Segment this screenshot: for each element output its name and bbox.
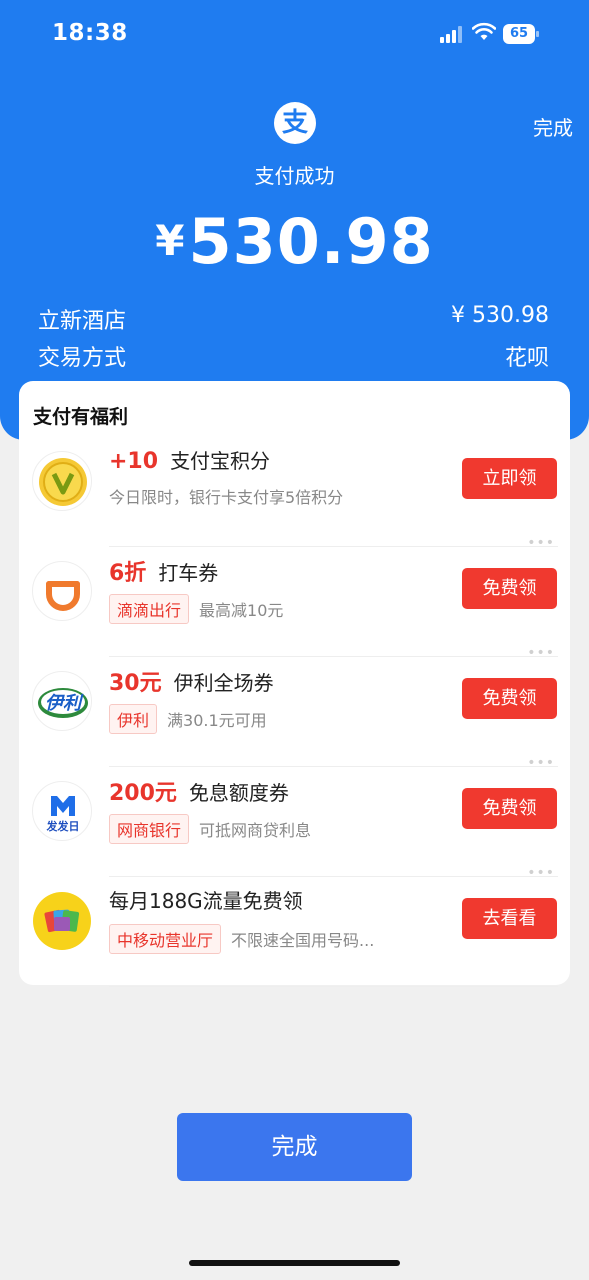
offer-item-taxi: ••• 6折 打车券 滴滴出行 最高减10元 免费领 — [19, 535, 570, 657]
benefits-title: 支付有福利 — [33, 406, 129, 428]
wifi-icon — [472, 22, 496, 40]
offer-title: 每月188G流量免费领 — [109, 885, 303, 914]
payment-method-value: 花呗 — [504, 346, 549, 371]
payment-status: 支付成功 — [254, 164, 335, 188]
top-done-button[interactable]: 完成 — [533, 112, 573, 141]
cellular-signal-icon — [440, 25, 464, 43]
fafa-day-logo-icon: 发发日 — [32, 781, 92, 841]
claim-free-button[interactable]: 免费领 — [462, 788, 557, 829]
currency-symbol: ¥ — [155, 216, 185, 265]
offer-desc: 不限速全国用号码... — [231, 931, 375, 950]
payment-amount: ¥530.98 — [0, 205, 589, 278]
amount-value: 530.98 — [188, 205, 434, 278]
offer-title: 200元 免息额度券 — [109, 775, 289, 807]
offer-desc-line: 滴滴出行 最高减10元 — [109, 594, 283, 624]
battery-icon: 65 — [503, 24, 539, 44]
merchant-name: 立新酒店 — [38, 309, 127, 334]
brand-tag: 滴滴出行 — [109, 594, 190, 624]
status-bar: 18:38 65 — [0, 0, 589, 66]
svg-text:发发日: 发发日 — [46, 819, 80, 833]
yili-logo-icon: 伊利 — [32, 671, 92, 731]
more-options-icon[interactable]: ••• — [527, 755, 555, 771]
offer-highlight: 200元 — [109, 781, 177, 806]
offer-desc: 满30.1元可用 — [167, 711, 267, 730]
offer-name: 每月188G流量免费领 — [109, 889, 303, 913]
benefits-card: 支付有福利 +10 支付宝积分 今日限时，银行卡支付享5倍积分 立即领 ••• 6… — [19, 381, 570, 987]
gold-v-coin-icon — [32, 451, 92, 511]
offer-highlight: 6折 — [109, 561, 147, 586]
offer-name: 打车券 — [158, 561, 219, 585]
home-indicator — [189, 1260, 400, 1266]
offer-desc: 今日限时，银行卡支付享5倍积分 — [109, 488, 344, 507]
claim-now-button[interactable]: 立即领 — [462, 458, 557, 499]
offer-desc: 可抵网商贷利息 — [199, 821, 312, 840]
offer-desc: 最高减10元 — [199, 601, 284, 620]
offer-item-data-plan: ••• 每月188G流量免费领 中移动营业厅 不限速全国用号码... 去看看 — [19, 865, 570, 987]
offer-item-yili: ••• 伊利 30元 伊利全场券 伊利 满30.1元可用 免费领 — [19, 645, 570, 767]
brand-tag: 中移动营业厅 — [109, 924, 222, 954]
svg-text:伊利: 伊利 — [45, 693, 84, 714]
offer-highlight: +10 — [109, 449, 159, 474]
brand-tag: 网商银行 — [109, 814, 190, 844]
offer-title: +10 支付宝积分 — [109, 445, 270, 474]
alipay-logo-icon: 支 — [274, 102, 316, 144]
offer-title: 6折 打车券 — [109, 555, 218, 587]
more-options-icon[interactable]: ••• — [527, 535, 555, 551]
offer-name: 伊利全场券 — [173, 671, 274, 695]
more-options-icon[interactable]: ••• — [527, 865, 555, 881]
offer-highlight: 30元 — [109, 671, 162, 696]
sim-cards-icon — [32, 891, 92, 951]
offer-item-bank: ••• 发发日 200元 免息额度券 网商银行 可抵网商贷利息 免费领 — [19, 755, 570, 877]
offer-title: 30元 伊利全场券 — [109, 665, 274, 697]
status-time: 18:38 — [52, 20, 128, 46]
offer-item-points: +10 支付宝积分 今日限时，银行卡支付享5倍积分 立即领 — [19, 437, 570, 547]
offer-desc-line: 网商银行 可抵网商贷利息 — [109, 814, 311, 844]
offer-name: 免息额度券 — [188, 781, 289, 805]
brand-tag: 伊利 — [109, 704, 158, 734]
claim-free-button[interactable]: 免费领 — [462, 678, 557, 719]
more-options-icon[interactable]: ••• — [527, 645, 555, 661]
battery-level: 65 — [503, 24, 535, 44]
offer-desc-line: 中移动营业厅 不限速全国用号码... — [109, 924, 374, 954]
offer-desc-line: 伊利 满30.1元可用 — [109, 704, 267, 734]
payment-method-label: 交易方式 — [38, 346, 127, 371]
done-button[interactable]: 完成 — [177, 1113, 412, 1181]
claim-free-button[interactable]: 免费领 — [462, 568, 557, 609]
view-button[interactable]: 去看看 — [462, 898, 557, 939]
offer-name: 支付宝积分 — [170, 449, 271, 473]
divider — [109, 986, 558, 987]
didi-logo-icon — [32, 561, 92, 621]
merchant-amount: ¥ 530.98 — [451, 303, 549, 328]
